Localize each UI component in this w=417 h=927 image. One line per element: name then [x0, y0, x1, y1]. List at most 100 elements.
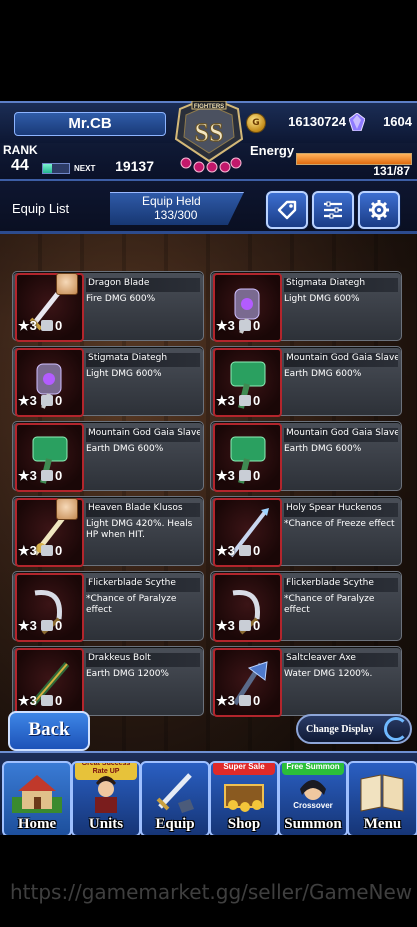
equipment-name: Flickerblade Scythe	[86, 578, 200, 592]
equipment-name: Mountain God Gaia Slave	[284, 428, 398, 442]
equipment-card[interactable]: ★3 0 Mountain God Gaia Slave Earth DMG 600%	[210, 346, 402, 417]
rarity-value: 3	[29, 318, 37, 333]
equipment-name: Saltcleaver Axe	[284, 653, 398, 667]
rarity-stars: ★3	[216, 468, 235, 483]
energy-value: 131/87	[373, 164, 410, 178]
equipment-card[interactable]: ★3 0 Saltcleaver Axe Water DMG 1200%.	[210, 646, 402, 717]
equipment-card[interactable]: ★3 0 Heaven Blade Klusos Light DMG 420%. He…	[12, 496, 204, 567]
lock-icon	[41, 545, 53, 556]
cycle-icon	[384, 717, 408, 741]
filter-button[interactable]	[312, 191, 354, 229]
crystal-icon	[349, 113, 365, 131]
watermark: https://gamemarket.gg/seller/GameNew	[10, 880, 413, 904]
nav-units-label: Units	[88, 816, 124, 832]
equipment-card[interactable]: ★3 0 Mountain God Gaia Slave Earth DMG 600%	[210, 421, 402, 492]
rarity-value: 3	[29, 468, 37, 483]
equipment-quantity: 0	[253, 318, 261, 333]
equipment-description: Earth DMG 600%	[284, 444, 362, 454]
nav-equip[interactable]: Equip	[140, 761, 210, 835]
bottom-nav: Home Great Success Rate UP Units Equip S…	[0, 751, 417, 835]
rank-label: RANK	[3, 143, 38, 157]
change-display-button[interactable]: Change Display	[296, 714, 412, 744]
book-icon	[360, 774, 404, 812]
change-display-label: Change Display	[306, 724, 374, 735]
rarity-stars: ★3	[18, 543, 37, 558]
nav-shop[interactable]: Super Sale Shop	[209, 761, 279, 835]
player-name[interactable]: Mr.CB	[14, 112, 166, 136]
equipment-name: Flickerblade Scythe	[284, 578, 398, 592]
lock-icon	[41, 620, 53, 631]
rarity-value: 3	[29, 618, 37, 633]
equipment-card[interactable]: ★3 0 Flickerblade Scythe *Chance of Paralyz…	[12, 571, 204, 642]
warrior-icon	[95, 776, 117, 813]
nav-units[interactable]: Great Success Rate UP Units	[71, 761, 141, 835]
equipment-name: Stigmata Diategh	[86, 353, 200, 367]
equipment-quantity: 0	[253, 393, 261, 408]
game-screen: Mr.CB G 16130724 1604 RANK 44 NEXT 19137…	[0, 101, 417, 835]
equipment-description: Earth DMG 1200%	[86, 669, 169, 679]
lapis-amount: 1604	[383, 114, 412, 129]
equipment-description: Earth DMG 600%	[284, 369, 362, 379]
equipment-name: Dragon Blade	[86, 278, 200, 292]
equipment-card[interactable]: ★3 0 Stigmata Diategh Light DMG 600%	[12, 346, 204, 417]
rarity-stars: ★3	[18, 693, 37, 708]
settings-button[interactable]	[358, 191, 400, 229]
lock-icon	[239, 320, 251, 331]
rank-value: 44	[11, 157, 29, 174]
equip-held-plate: Equip Held 133/300	[110, 192, 244, 225]
rarity-stars: ★3	[216, 318, 235, 333]
back-button[interactable]: Back	[8, 711, 90, 751]
rarity-stars: ★3	[216, 618, 235, 633]
nav-menu[interactable]: Menu	[347, 761, 417, 835]
filter-icon	[324, 201, 342, 219]
rarity-value: 3	[227, 318, 235, 333]
equipment-card[interactable]: ★3 0 Drakkeus Bolt Earth DMG 1200%	[12, 646, 204, 717]
equipment-quantity: 0	[55, 318, 63, 333]
nav-home[interactable]: Home	[2, 761, 72, 835]
nav-summon-label: Summon	[284, 816, 342, 832]
rarity-stars: ★3	[18, 468, 37, 483]
rank-emblem: FIGHTERS SS	[174, 101, 244, 173]
rarity-stars: ★3	[18, 318, 37, 333]
equipment-description: Fire DMG 600%	[86, 294, 156, 304]
nav-home-label: Home	[17, 816, 57, 832]
equipment-name: Mountain God Gaia Slave	[86, 428, 200, 442]
energy-bar-fill	[297, 154, 411, 164]
lock-icon	[41, 395, 53, 406]
equipment-quantity: 0	[55, 693, 63, 708]
exp-bar	[42, 163, 70, 174]
emblem-rank: SS	[195, 118, 224, 147]
next-exp-value: 19137	[115, 158, 154, 174]
coin-icon: G	[246, 113, 266, 133]
lock-icon	[41, 695, 53, 706]
rarity-stars: ★3	[216, 543, 235, 558]
equipment-description: *Chance of Paralyze effect	[284, 594, 375, 615]
equipment-name: Heaven Blade Klusos	[86, 503, 200, 517]
exp-bar-fill	[43, 164, 53, 173]
nav-summon[interactable]: Free Summon Crossover Summon	[278, 761, 348, 835]
rarity-value: 3	[29, 693, 37, 708]
unit-portrait-icon	[56, 273, 78, 295]
lock-icon	[239, 695, 251, 706]
emblem-banner: FIGHTERS	[194, 104, 224, 110]
equipment-card[interactable]: ★3 0 Stigmata Diategh Light DMG 600%	[210, 271, 402, 342]
rarity-stars: ★3	[18, 618, 37, 633]
equipment-card[interactable]: ★3 0 Flickerblade Scythe *Chance of Paralyz…	[210, 571, 402, 642]
equipment-card[interactable]: ★3 0 Mountain God Gaia Slave Earth DMG 600%	[12, 421, 204, 492]
equipment-description: Light DMG 600%	[86, 369, 162, 379]
equipment-quantity: 0	[55, 543, 63, 558]
lock-icon	[239, 470, 251, 481]
equipment-quantity: 0	[55, 618, 63, 633]
crossover-label: Crossover	[293, 801, 333, 810]
equipment-description: Light DMG 600%	[284, 294, 360, 304]
lock-icon	[41, 470, 53, 481]
equipment-card[interactable]: ★3 0 Holy Spear Huckenos *Chance of Freeze …	[210, 496, 402, 567]
equip-held-label: Equip Held	[142, 194, 201, 208]
tag-button[interactable]	[266, 191, 308, 229]
rarity-stars: ★3	[18, 393, 37, 408]
equipment-quantity: 0	[253, 618, 261, 633]
equipment-card[interactable]: ★3 0 Dragon Blade Fire DMG 600%	[12, 271, 204, 342]
equipment-description: Light DMG 420%. Heals HP when HIT.	[86, 519, 193, 540]
rarity-value: 3	[227, 693, 235, 708]
equipment-name: Stigmata Diategh	[284, 278, 398, 292]
